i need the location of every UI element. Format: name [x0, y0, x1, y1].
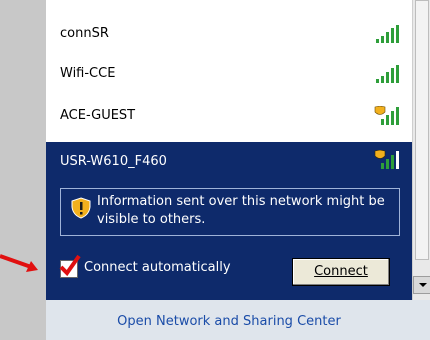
network-row-ace-guest[interactable]: ACE-GUEST	[46, 96, 412, 136]
scroll-down-icon[interactable]	[413, 276, 430, 294]
secured-signal-icon	[374, 106, 399, 125]
scrollbar-thumb[interactable]	[415, 0, 429, 260]
network-list: connSR Wifi-CCE ACE-GUEST USR-W610_F460 …	[46, 0, 412, 300]
network-name: ACE-GUEST	[60, 108, 136, 123]
footer: Open Network and Sharing Center	[46, 300, 412, 340]
selected-network[interactable]: USR-W610_F460 Information sent over this…	[46, 142, 412, 300]
signal-bars-icon	[376, 65, 399, 83]
connect-automatically-label[interactable]: Connect automatically	[84, 258, 231, 278]
scrollbar[interactable]	[412, 0, 430, 300]
network-row-connsr[interactable]: connSR	[46, 14, 412, 54]
network-name: Wifi-CCE	[60, 66, 116, 81]
security-warning: Information sent over this network might…	[60, 188, 400, 236]
selected-network-name: USR-W610_F460	[60, 154, 167, 169]
connect-automatically-checkbox[interactable]	[59, 254, 81, 278]
secured-signal-icon	[374, 150, 399, 169]
check-icon	[59, 254, 81, 277]
network-name: connSR	[60, 26, 109, 41]
signal-bars-icon	[376, 25, 399, 43]
security-warning-text: Information sent over this network might…	[97, 194, 385, 227]
connect-button[interactable]: Connect	[292, 258, 390, 286]
network-row-wifi-cce[interactable]: Wifi-CCE	[46, 54, 412, 94]
shield-warning-icon	[71, 197, 91, 219]
red-arrow-icon	[0, 254, 38, 272]
open-network-sharing-link[interactable]: Open Network and Sharing Center	[46, 314, 412, 329]
